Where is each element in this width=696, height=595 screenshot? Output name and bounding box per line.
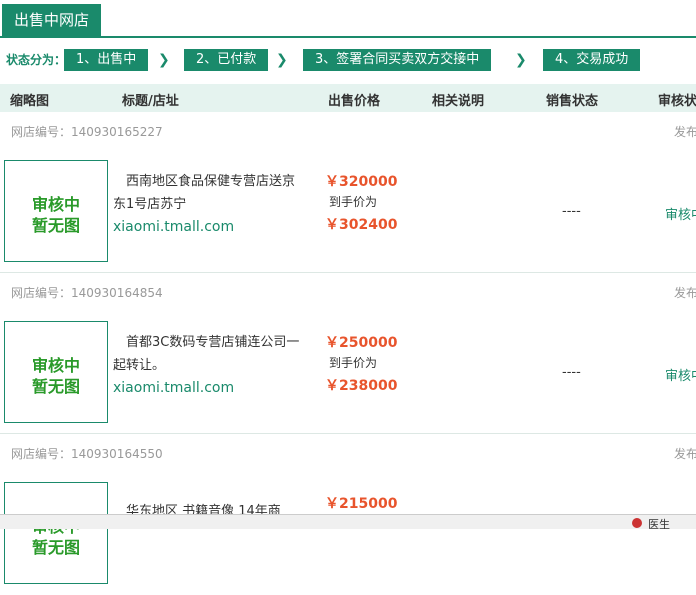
listing-title-block: 首都3C数码专营店铺连公司一起转让。 xiaomi.tmall.com	[113, 331, 303, 399]
column-header-title: 标题/店址	[122, 94, 179, 109]
row-id-bar: 网店编号：140930165227 发布	[0, 112, 696, 150]
step-paid: 2、已付款	[184, 49, 269, 71]
column-header-thumbnail: 缩略图	[10, 94, 50, 109]
thumb-line-1: 审核中	[31, 356, 80, 375]
publish-label: 发布	[674, 286, 696, 300]
column-header-description: 相关说明	[432, 94, 485, 109]
table-row: 网店编号：140930165227 发布 审核中 暂无图 西南地区食品保健专营店…	[0, 112, 696, 273]
listing-title[interactable]: 首都3C数码专营店铺连公司一起转让。	[113, 335, 299, 373]
asking-price: ￥215000	[325, 496, 398, 512]
shop-link[interactable]: xiaomi.tmall.com	[113, 377, 303, 399]
steps-label: 状态分为：	[6, 53, 67, 67]
shop-id: 网店编号：140930164550	[11, 447, 163, 461]
thumbnail-placeholder[interactable]: 审核中 暂无图	[4, 160, 108, 262]
chevron-right-icon: ❯	[158, 52, 170, 68]
review-status[interactable]: 审核中	[665, 204, 696, 223]
table-header: 缩略图 标题/店址 出售价格 相关说明 销售状态 审核状	[0, 84, 696, 112]
column-header-price: 出售价格	[328, 94, 381, 109]
net-price-label: 到手价为	[329, 195, 378, 209]
row-id-bar: 网店编号：140930164854 发布	[0, 273, 696, 311]
thumb-line-1: 审核中	[31, 195, 80, 214]
listing-title-block: 西南地区食品保健专营店送京东1号店苏宁 xiaomi.tmall.com	[113, 170, 303, 238]
publish-label: 发布	[674, 447, 696, 461]
column-header-review-status: 审核状	[658, 94, 696, 109]
step-on-sale: 1、出售中	[64, 49, 149, 71]
tab-bar: 出售中网店	[0, 0, 696, 38]
column-header-sale-status: 销售状态	[546, 94, 599, 109]
thumb-line-2: 暂无图	[31, 216, 80, 235]
tab-on-sale[interactable]: 出售中网店	[2, 4, 102, 36]
table-row: 网店编号：140930164854 发布 审核中 暂无图 首都3C数码专营店铺连…	[0, 273, 696, 434]
sale-status: ----	[562, 365, 581, 380]
status-bar-text: 医生	[648, 518, 670, 531]
browser-status-bar: 医生	[0, 514, 696, 531]
shop-id: 网店编号：140930165227	[11, 125, 163, 139]
step-complete: 4、交易成功	[543, 49, 641, 71]
net-price: ￥238000	[325, 378, 398, 394]
thumbnail-placeholder[interactable]: 审核中 暂无图	[4, 321, 108, 423]
thumbnail-placeholder[interactable]: 审核中 暂无图	[4, 482, 108, 584]
thumb-line-2: 暂无图	[31, 538, 80, 557]
status-steps: 状态分为： 1、出售中 ❯ 2、已付款 ❯ 3、签署合同买卖双方交接中 ❯ 4、…	[0, 44, 696, 74]
thumb-line-2: 暂无图	[31, 377, 80, 396]
sale-status: ----	[562, 204, 581, 219]
listing-title[interactable]: 西南地区食品保健专营店送京东1号店苏宁	[113, 174, 295, 212]
net-price: ￥302400	[325, 217, 398, 233]
medical-cross-icon	[632, 518, 642, 528]
publish-label: 发布	[674, 125, 696, 139]
chevron-right-icon: ❯	[276, 52, 288, 68]
row-id-bar: 网店编号：140930164550 发布	[0, 434, 696, 472]
asking-price: ￥320000	[325, 174, 398, 190]
shop-link[interactable]: xiaomi.tmall.com	[113, 216, 303, 238]
net-price-label: 到手价为	[329, 356, 378, 370]
chevron-right-icon: ❯	[515, 52, 527, 68]
asking-price: ￥250000	[325, 335, 398, 351]
shop-id: 网店编号：140930164854	[11, 286, 163, 300]
step-contract: 3、签署合同买卖双方交接中	[303, 49, 492, 71]
review-status[interactable]: 审核中	[665, 365, 696, 384]
